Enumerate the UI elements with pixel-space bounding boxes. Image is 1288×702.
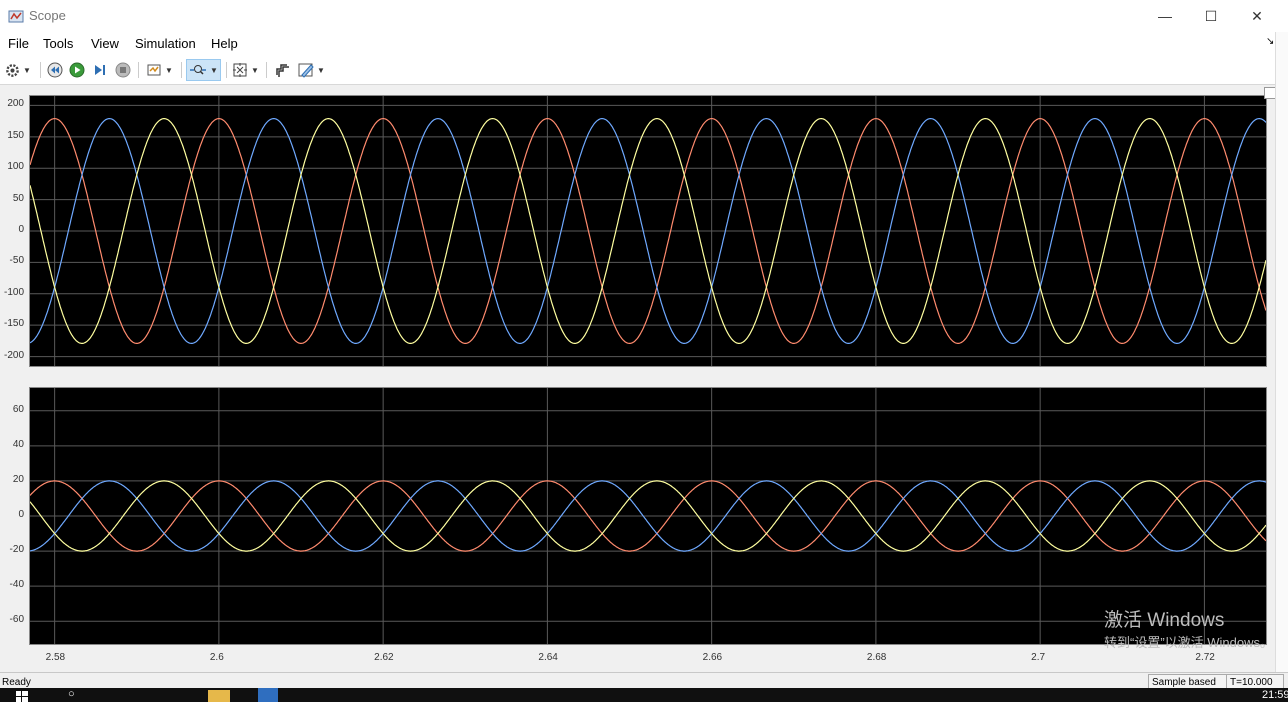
y-tick-label: -150: [3, 318, 24, 330]
taskbar: ○ 21:59: [0, 688, 1288, 702]
x-tick-label: 2.62: [374, 652, 394, 663]
y-tick-label: 200: [7, 98, 24, 110]
highlight-icon: [147, 64, 161, 76]
bottom-axes[interactable]: [29, 387, 1267, 645]
menu-view[interactable]: View: [91, 36, 119, 51]
stop-button[interactable]: [115, 60, 131, 80]
close-button[interactable]: ✕: [1234, 0, 1280, 32]
y-tick-label: -20: [9, 544, 24, 556]
menu-bar: File Tools View Simulation Help ↘: [0, 32, 1275, 56]
menu-help[interactable]: Help: [211, 36, 238, 51]
y-tick-label: 0: [18, 509, 24, 520]
gear-icon: [6, 63, 19, 77]
toolbar-separator: [181, 62, 182, 78]
search-icon[interactable]: ○: [68, 688, 75, 700]
y-tick-label: 50: [12, 192, 24, 204]
x-tick-label: 2.58: [45, 652, 66, 663]
top-axes[interactable]: [29, 95, 1267, 367]
toolbar-separator: [138, 62, 139, 78]
title-bar: Scope — ☐ ✕: [0, 0, 1288, 32]
status-text: Ready: [2, 677, 31, 688]
activation-watermark-title: 激活 Windows: [1104, 610, 1225, 631]
scope-taskbar-icon[interactable]: [258, 688, 278, 702]
zoom-button[interactable]: ▼: [186, 59, 221, 81]
chevron-down-icon: ▼: [23, 65, 31, 75]
scope-app-icon: [8, 10, 24, 23]
rewind-button[interactable]: [47, 60, 63, 80]
y-tick-label: 20: [12, 473, 24, 485]
run-button[interactable]: [69, 60, 85, 80]
autoscale-icon: [233, 63, 247, 77]
y-tick-label: 0: [18, 224, 24, 235]
maximize-button[interactable]: ☐: [1188, 0, 1234, 32]
y-tick-label: 150: [7, 129, 24, 141]
x-tick-label: 2.7: [1031, 652, 1046, 663]
file-explorer-icon[interactable]: [208, 690, 230, 702]
step-forward-button[interactable]: [92, 60, 108, 80]
x-tick-label: 2.6: [209, 652, 224, 663]
step-forward-icon: [95, 65, 105, 75]
bottom-axes-plot: [30, 388, 1266, 644]
y-tick-label: -100: [3, 286, 24, 298]
menu-simulation[interactable]: Simulation: [135, 36, 196, 51]
activation-watermark-text: 转到“设置”以激活 Windows。: [1104, 635, 1274, 650]
cursor-button[interactable]: [274, 60, 290, 80]
y-tick-label: 40: [12, 438, 24, 450]
run-icon: [69, 62, 85, 78]
chevron-down-icon: ▼: [210, 65, 218, 75]
toolbar-separator: [226, 62, 227, 78]
x-tick-label: 2.66: [702, 652, 723, 663]
chevron-down-icon: ▼: [317, 65, 325, 75]
window-title: Scope: [29, 8, 66, 23]
style-icon: [298, 63, 314, 78]
zoom-icon: [190, 65, 206, 75]
y-tick-label: 60: [12, 403, 24, 415]
menu-file[interactable]: File: [8, 36, 29, 51]
style-button[interactable]: ▼: [298, 60, 325, 80]
side-scrollbar[interactable]: [1275, 32, 1288, 688]
settings-button[interactable]: ▼: [5, 60, 31, 80]
y-tick-label: -40: [9, 579, 24, 591]
windows-start-icon[interactable]: [16, 691, 28, 702]
x-tick-label: 2.64: [538, 652, 558, 663]
minimize-button[interactable]: —: [1142, 0, 1188, 32]
y-tick-label: 100: [7, 161, 24, 173]
x-tick-label: 2.68: [866, 652, 887, 663]
scope-canvas: 200 150 100 50 0 -50 -100 -150 -200 60 40 20 0 -20 -4…: [0, 85, 1276, 672]
x-tick-label: 2.72: [1195, 652, 1215, 663]
stop-icon: [115, 62, 131, 78]
top-axes-plot: [30, 96, 1266, 366]
y-tick-label: -50: [9, 255, 24, 267]
toolbar: ▼ ▼ ▼ ▼ ▼: [0, 56, 1275, 85]
cursor-icon: [276, 64, 289, 77]
menu-tools[interactable]: Tools: [43, 36, 73, 51]
rewind-icon: [47, 62, 63, 78]
highlight-button[interactable]: ▼: [146, 60, 173, 80]
toolbar-separator: [266, 62, 267, 78]
status-bar: Ready Sample based T=10.000: [0, 672, 1288, 690]
autoscale-button[interactable]: ▼: [232, 60, 259, 80]
y-tick-label: -200: [3, 349, 24, 361]
chevron-down-icon: ▼: [165, 65, 173, 75]
toolbar-separator: [40, 62, 41, 78]
undock-icon[interactable]: ↘: [1266, 36, 1274, 47]
chevron-down-icon: ▼: [251, 65, 259, 75]
y-tick-label: -60: [9, 614, 24, 626]
taskbar-clock: 21:59: [1262, 689, 1288, 701]
